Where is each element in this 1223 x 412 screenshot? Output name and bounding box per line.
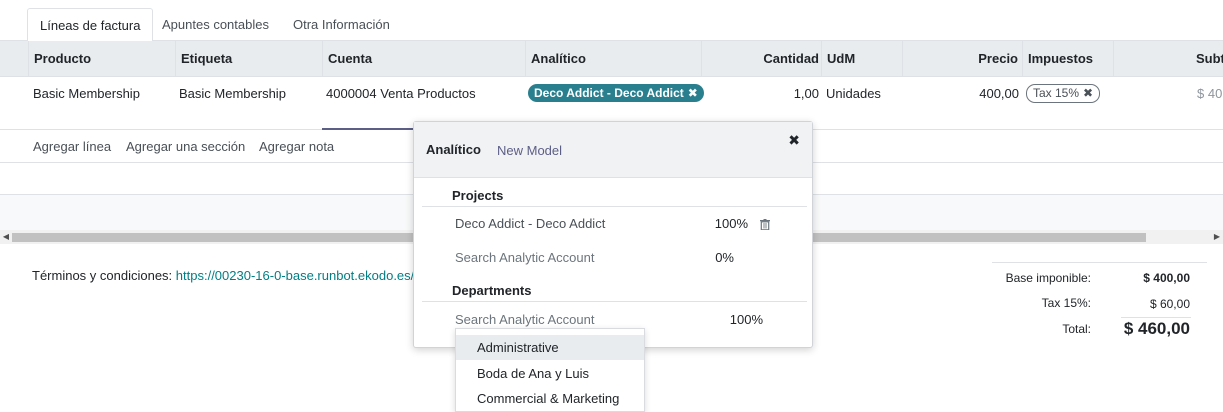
col-cantidad[interactable]: Cantidad (701, 41, 824, 77)
tab-journal-items[interactable]: Apuntes contables (150, 8, 281, 41)
notebook-tabs: Líneas de factura Apuntes contables Otra… (0, 8, 1223, 42)
tax-tag-label: Tax 15% (1033, 86, 1080, 100)
x-icon[interactable]: ✖ (1083, 86, 1093, 100)
totals-divider (1121, 317, 1191, 318)
col-precio[interactable]: Precio (902, 41, 1023, 77)
group-departments: Departments (452, 283, 532, 298)
col-impuestos[interactable]: Impuestos (1022, 41, 1113, 77)
trash-icon[interactable] (760, 219, 770, 230)
terms-label: Términos y condiciones: (32, 268, 176, 283)
x-icon[interactable]: ✖ (688, 86, 698, 100)
search-analytic-input[interactable]: Search Analytic Account (455, 312, 594, 327)
cell-udm[interactable]: Unidades (826, 77, 881, 130)
cell-precio[interactable]: 400,00 (902, 77, 1019, 130)
divider (422, 206, 807, 207)
autocomplete-dropdown: Administrative Boda de Ana y Luis Commer… (455, 328, 645, 412)
divider (422, 301, 807, 302)
add-line-link[interactable]: Agregar línea (33, 131, 111, 163)
percentage-field[interactable]: 0% (704, 250, 734, 265)
col-cuenta[interactable]: Cuenta (322, 41, 525, 77)
tax-label: Tax 15%: (1041, 296, 1091, 310)
analytic-tag-label: Deco Addict - Deco Addict (534, 86, 684, 100)
tab-invoice-lines[interactable]: Líneas de factura (27, 8, 154, 42)
tax-tag[interactable]: Tax 15% ✖ (1026, 84, 1101, 103)
cell-subtotal: $ 40 (1197, 86, 1223, 101)
total-label: Total: (1062, 322, 1091, 336)
total-value: $ 460,00 (1123, 319, 1190, 338)
analytic-account-field[interactable]: Deco Addict - Deco Addict (455, 216, 605, 231)
dropdown-option[interactable]: Boda de Ana y Luis (456, 361, 644, 386)
terms-link[interactable]: https://00230-16-0-base.runbot.ekodo.es/ (176, 268, 415, 283)
arrow-right-icon[interactable]: ▶ (1211, 230, 1223, 244)
percentage-field[interactable]: 100% (704, 216, 748, 231)
tab-other-info[interactable]: Otra Información (281, 8, 402, 41)
popover-header: Analítico New Model ✖ (414, 122, 812, 178)
dropdown-option[interactable]: Administrative (456, 335, 644, 360)
col-producto[interactable]: Producto (28, 41, 175, 77)
dropdown-option[interactable]: Commercial & Marketing (456, 386, 644, 411)
group-projects: Projects (452, 188, 504, 203)
percentage-field[interactable]: 100% (719, 312, 763, 327)
totals-block: Base imponible: $ 400,00 Tax 15%: $ 60,0… (992, 262, 1207, 338)
base-label: Base imponible: (1005, 271, 1091, 285)
close-icon[interactable]: ✖ (788, 132, 800, 149)
base-value: $ 400,00 (1143, 271, 1190, 285)
popover-title: Analítico (426, 142, 481, 157)
cell-etiqueta[interactable]: Basic Membership (179, 77, 286, 130)
cell-producto[interactable]: Basic Membership (33, 77, 140, 130)
col-etiqueta[interactable]: Etiqueta (175, 41, 322, 77)
col-subtotal[interactable]: Subt (1113, 41, 1223, 77)
new-model-button[interactable]: New Model (497, 143, 562, 158)
add-note-link[interactable]: Agregar nota (259, 131, 334, 163)
arrow-left-icon[interactable]: ◀ (0, 230, 12, 244)
col-udm[interactable]: UdM (821, 41, 902, 77)
table-header: Producto Etiqueta Cuenta Analítico Canti… (0, 41, 1223, 77)
add-section-link[interactable]: Agregar una sección (126, 131, 245, 163)
analytic-tag[interactable]: Deco Addict - Deco Addict ✖ (528, 84, 704, 102)
tax-value: $ 60,00 (1149, 297, 1190, 311)
analytic-popover: Analítico New Model ✖ Projects Deco Addi… (413, 121, 813, 348)
terms-conditions: Términos y condiciones: https://00230-16… (32, 268, 414, 283)
col-analitico[interactable]: Analítico (525, 41, 701, 77)
search-analytic-input[interactable]: Search Analytic Account (455, 250, 594, 265)
